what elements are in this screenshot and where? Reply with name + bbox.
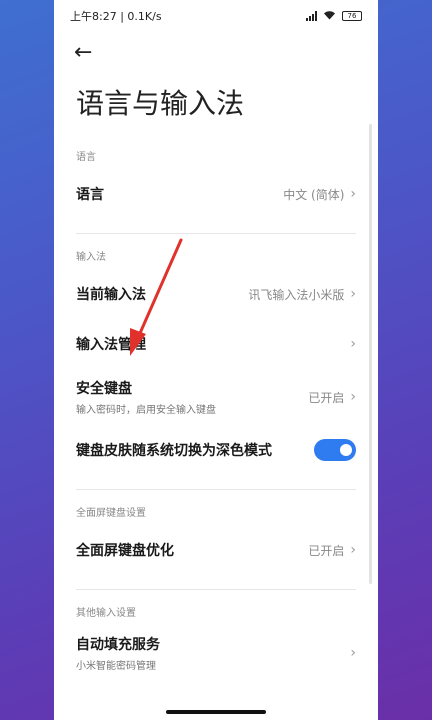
language-value: 中文 (简体): [283, 187, 345, 202]
current-input-method-value-group: 讯飞输入法小米版 ›: [248, 286, 356, 303]
section-header-input-method: 输入法: [76, 252, 106, 263]
chevron-right-icon: ›: [350, 542, 356, 558]
battery-icon: 76: [342, 11, 362, 21]
phone-screen: 上午8:27 | 0.1K/s 76 ← 语言与输入法 语言 语言 中文 (简体…: [54, 0, 378, 720]
input-method-manage-chevron-group: ›: [350, 336, 356, 352]
scrollbar[interactable]: [369, 124, 372, 584]
language-row[interactable]: 语言 中文 (简体) ›: [54, 169, 378, 219]
chevron-right-icon: ›: [350, 186, 356, 202]
input-method-manage-row[interactable]: 输入法管理 ›: [54, 319, 378, 369]
autofill-label: 自动填充服务: [76, 637, 160, 653]
chevron-right-icon: ›: [350, 336, 356, 352]
page-title: 语言与输入法: [76, 87, 245, 120]
dark-mode-keyboard-label: 键盘皮肤随系统切换为深色模式: [76, 443, 272, 459]
fullscreen-optimize-value: 已开启: [308, 543, 345, 558]
secure-keyboard-value-group: 已开启 ›: [308, 389, 356, 406]
chevron-right-icon: ›: [350, 389, 356, 405]
current-input-method-label: 当前输入法: [76, 287, 146, 303]
signal-icon: [306, 11, 317, 21]
secure-keyboard-row[interactable]: 安全键盘 输入密码时，启用安全输入键盘 已开启 ›: [54, 369, 378, 425]
input-method-manage-label: 输入法管理: [76, 337, 146, 353]
fullscreen-optimize-value-group: 已开启 ›: [308, 542, 356, 559]
autofill-chevron-group: ›: [350, 645, 356, 661]
current-input-method-value: 讯飞输入法小米版: [248, 287, 345, 302]
fullscreen-optimize-row[interactable]: 全面屏键盘优化 已开启 ›: [54, 525, 378, 575]
home-indicator[interactable]: [166, 710, 266, 714]
fullscreen-optimize-label: 全面屏键盘优化: [76, 543, 174, 559]
status-bar: 上午8:27 | 0.1K/s 76: [54, 0, 378, 32]
autofill-row[interactable]: 自动填充服务 小米智能密码管理 ›: [54, 625, 378, 681]
status-time: 上午8:27: [70, 10, 117, 23]
chevron-right-icon: ›: [350, 286, 356, 302]
current-input-method-row[interactable]: 当前输入法 讯飞输入法小米版 ›: [54, 269, 378, 319]
section-header-other: 其他输入设置: [76, 608, 136, 619]
divider: [76, 589, 356, 590]
divider: [76, 233, 356, 234]
secure-keyboard-value: 已开启: [308, 390, 345, 405]
back-arrow-icon: ←: [74, 39, 93, 65]
language-label: 语言: [76, 187, 104, 203]
divider: [76, 489, 356, 490]
secure-keyboard-label: 安全键盘: [76, 381, 132, 397]
dark-mode-keyboard-row: 键盘皮肤随系统切换为深色模式: [54, 425, 378, 475]
section-header-language: 语言: [76, 152, 96, 163]
chevron-right-icon: ›: [350, 645, 356, 661]
section-header-fullscreen: 全面屏键盘设置: [76, 508, 146, 519]
wifi-icon: [323, 10, 336, 23]
status-speed: 0.1K/s: [127, 10, 162, 23]
language-value-group: 中文 (简体) ›: [283, 186, 356, 203]
autofill-text: 自动填充服务 小米智能密码管理: [76, 634, 160, 672]
status-right: 76: [306, 10, 362, 23]
autofill-subtitle: 小米智能密码管理: [76, 661, 156, 672]
secure-keyboard-subtitle: 输入密码时，启用安全输入键盘: [76, 405, 216, 416]
back-button[interactable]: ←: [54, 34, 378, 70]
status-left: 上午8:27 | 0.1K/s: [70, 8, 162, 24]
dark-mode-toggle[interactable]: [314, 439, 356, 461]
secure-keyboard-text: 安全键盘 输入密码时，启用安全输入键盘: [76, 378, 216, 416]
